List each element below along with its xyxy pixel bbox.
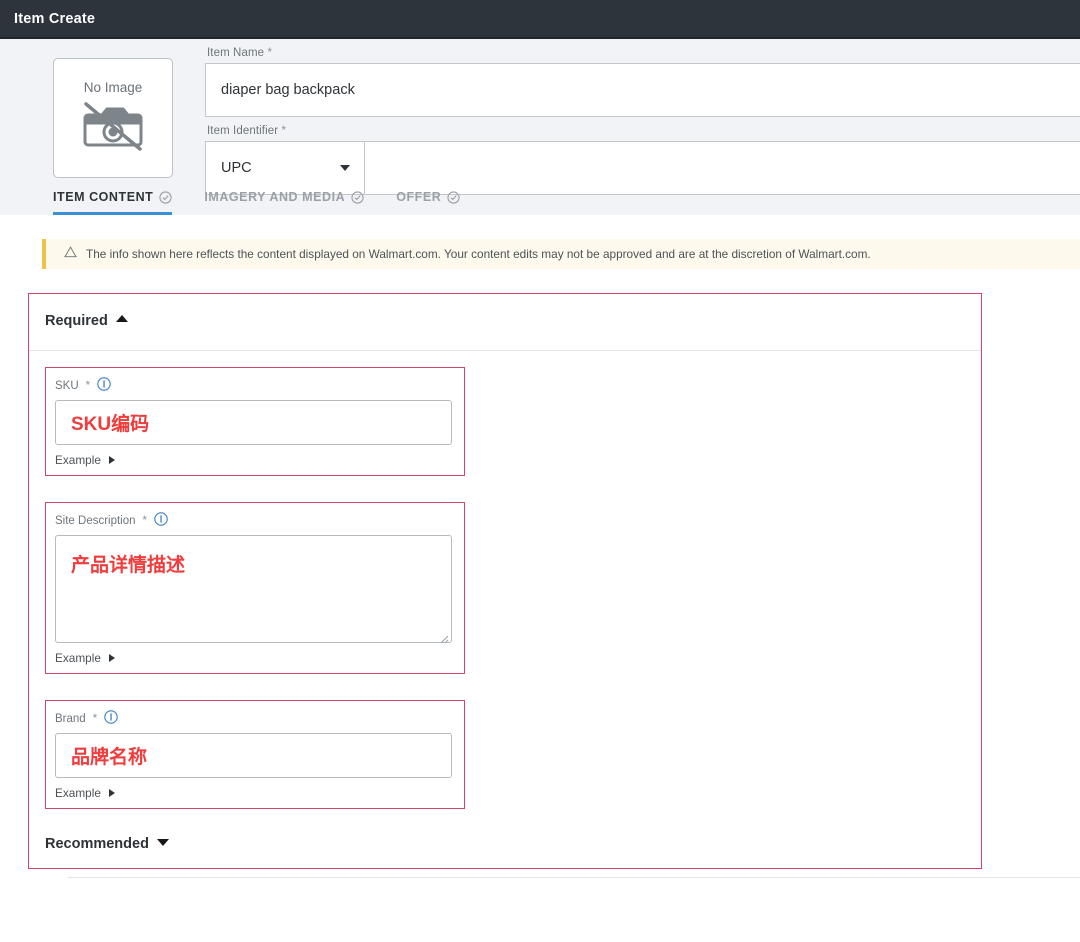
info-circle-icon[interactable] xyxy=(97,377,111,394)
sku-example-toggle[interactable]: Example xyxy=(55,453,452,467)
brand-required-marker: * xyxy=(93,713,97,725)
sku-label-text: SKU xyxy=(55,380,79,392)
field-card-sku: SKU * SKU编码 Example xyxy=(45,367,465,476)
item-thumbnail-placeholder[interactable]: No Image xyxy=(53,58,173,178)
identifier-type-value: UPC xyxy=(221,160,252,176)
triangle-right-icon xyxy=(109,654,115,662)
site-description-required-marker: * xyxy=(143,515,147,527)
required-fields-stack: SKU * SKU编码 Example xyxy=(29,351,981,809)
site-description-example-toggle[interactable]: Example xyxy=(55,651,452,665)
check-circle-icon xyxy=(351,191,364,204)
site-description-label-text: Site Description xyxy=(55,515,136,527)
no-image-camera-icon xyxy=(82,101,144,156)
tab-imagery-and-media[interactable]: IMAGERY AND MEDIA xyxy=(204,190,364,215)
check-circle-icon xyxy=(159,191,172,204)
item-name-label-text: Item Name xyxy=(207,47,264,59)
item-name-value: diaper bag backpack xyxy=(221,82,355,98)
brand-input[interactable]: 品牌名称 xyxy=(55,733,452,778)
no-image-label: No Image xyxy=(84,80,143,95)
recommended-section-title: Recommended xyxy=(45,837,149,852)
warning-triangle-icon xyxy=(64,245,77,263)
site-description-textarea[interactable]: 产品详情描述 xyxy=(55,535,452,643)
triangle-right-icon xyxy=(109,456,115,464)
sku-example-label: Example xyxy=(55,453,101,467)
sku-value: SKU编码 xyxy=(71,409,149,436)
item-identifier-label-text: Item Identifier xyxy=(207,125,278,137)
item-name-required-marker: * xyxy=(267,47,272,59)
site-description-label: Site Description * xyxy=(55,512,452,529)
sku-required-marker: * xyxy=(86,380,90,392)
brand-example-label: Example xyxy=(55,786,101,800)
required-section-header[interactable]: Required xyxy=(29,294,981,344)
bottom-divider xyxy=(68,877,1080,878)
site-description-example-label: Example xyxy=(55,651,101,665)
field-card-site-description: Site Description * 产品详情描述 xyxy=(45,502,465,674)
content-warning-banner: The info shown here reflects the content… xyxy=(42,239,1080,269)
item-header-panel: No Image Item Name * diaper bag backpack xyxy=(0,39,1080,215)
chevron-down-icon xyxy=(340,165,350,171)
site-description-value: 产品详情描述 xyxy=(71,555,185,576)
brand-example-toggle[interactable]: Example xyxy=(55,786,452,800)
sku-label: SKU * xyxy=(55,377,452,394)
app-header-bar: Item Create xyxy=(0,0,1080,37)
tab-offer[interactable]: OFFER xyxy=(396,190,460,215)
sku-input[interactable]: SKU编码 xyxy=(55,400,452,445)
form-content-area: Required SKU * SKU编码 xyxy=(0,269,1080,878)
required-section-card: Required SKU * SKU编码 xyxy=(28,293,982,869)
item-name-label: Item Name * xyxy=(207,47,1080,59)
triangle-down-icon[interactable] xyxy=(157,839,169,846)
tab-offer-label: OFFER xyxy=(396,190,441,204)
tab-imagery-and-media-label: IMAGERY AND MEDIA xyxy=(204,190,345,204)
check-circle-icon xyxy=(447,191,460,204)
field-card-brand: Brand * 品牌名称 Example xyxy=(45,700,465,809)
brand-value: 品牌名称 xyxy=(71,742,147,769)
item-identifier-required-marker: * xyxy=(281,125,286,137)
item-identifier-label: Item Identifier * xyxy=(207,125,1080,137)
tab-item-content[interactable]: ITEM CONTENT xyxy=(53,190,172,215)
triangle-right-icon xyxy=(109,789,115,797)
triangle-up-icon[interactable] xyxy=(116,315,128,322)
brand-label-text: Brand xyxy=(55,713,86,725)
warning-banner-text: The info shown here reflects the content… xyxy=(86,247,871,261)
required-section-title: Required xyxy=(45,314,108,329)
banner-wrapper: The info shown here reflects the content… xyxy=(0,215,1080,269)
content-tabs: ITEM CONTENT IMAGERY AND MEDIA OFFER xyxy=(0,184,1080,215)
item-name-input[interactable]: diaper bag backpack xyxy=(205,63,1080,117)
info-circle-icon[interactable] xyxy=(104,710,118,727)
tab-item-content-label: ITEM CONTENT xyxy=(53,190,153,204)
textarea-resize-handle[interactable] xyxy=(437,628,449,640)
recommended-section-header[interactable]: Recommended xyxy=(29,835,981,868)
app-title: Item Create xyxy=(14,11,95,27)
info-circle-icon[interactable] xyxy=(154,512,168,529)
brand-label: Brand * xyxy=(55,710,452,727)
